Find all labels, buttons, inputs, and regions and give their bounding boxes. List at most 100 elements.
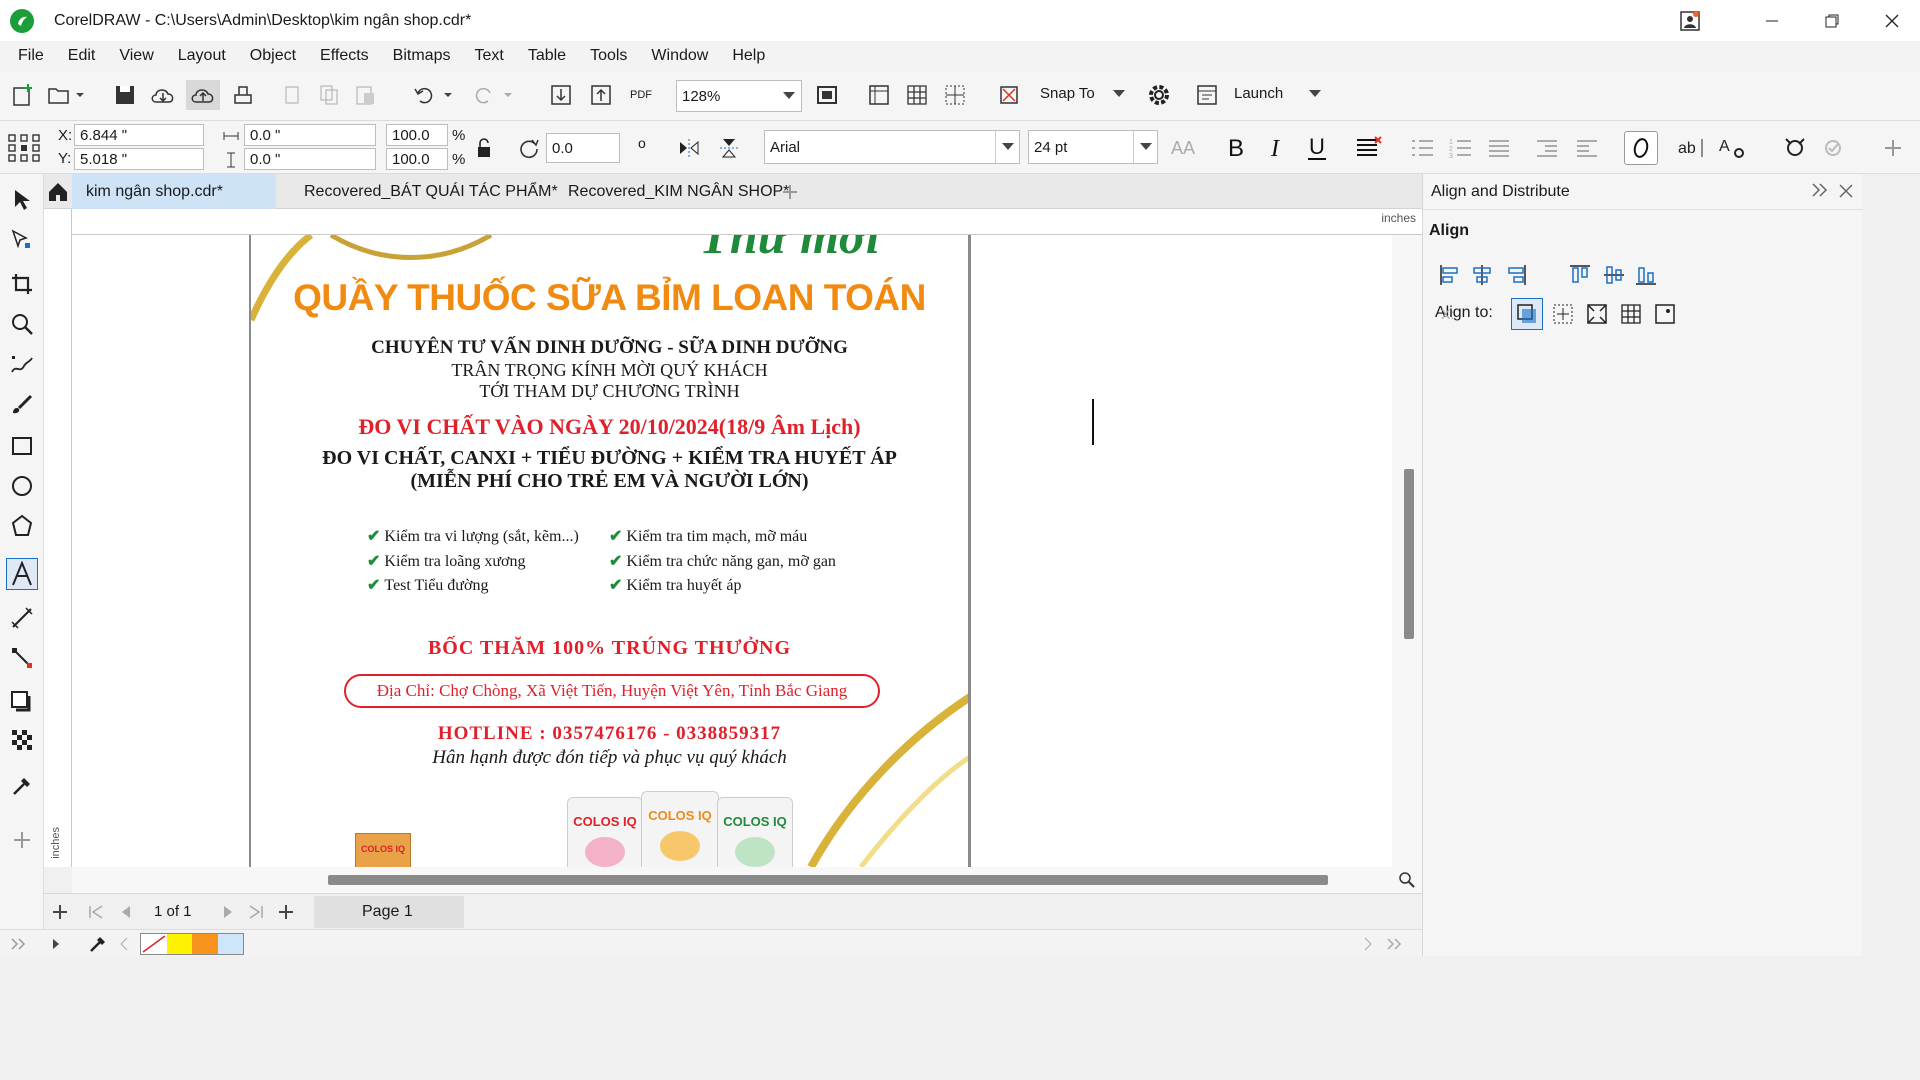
cut-icon[interactable]: [278, 80, 308, 110]
align-to-specified-point-icon[interactable]: [1649, 298, 1681, 330]
save-icon[interactable]: [110, 80, 140, 110]
align-bottom-icon[interactable]: [1631, 260, 1661, 290]
grid-icon[interactable]: [902, 80, 932, 110]
increase-indent-icon[interactable]: [1572, 133, 1602, 163]
pick-tool-icon[interactable]: [6, 184, 38, 216]
guidelines-icon[interactable]: [940, 80, 970, 110]
scale-y-field[interactable]: 100.0: [386, 148, 448, 170]
transparency-tool-icon[interactable]: [6, 724, 38, 756]
object-origin-icon[interactable]: [6, 131, 42, 165]
bold-icon[interactable]: B: [1220, 131, 1254, 165]
page-tab[interactable]: Page 1: [314, 896, 464, 928]
palette-menu-icon[interactable]: [46, 934, 66, 954]
rotation-field[interactable]: 0.0: [546, 133, 620, 163]
open-folder-icon[interactable]: [44, 80, 88, 110]
font-scale-icon[interactable]: AA: [1168, 133, 1198, 163]
font-family-field[interactable]: Arial: [764, 130, 1020, 164]
add-property-icon[interactable]: [1878, 133, 1908, 163]
yellow-swatch[interactable]: [167, 934, 193, 954]
width-field[interactable]: 0.0 ": [244, 124, 376, 146]
account-icon[interactable]: [1660, 0, 1720, 41]
minimize-button[interactable]: [1742, 0, 1802, 41]
home-icon[interactable]: [44, 174, 72, 209]
tab-recovered-kim-ngan-shop[interactable]: Recovered_KIM NGÂN SHOP*: [554, 174, 803, 209]
zoom-to-page-icon[interactable]: [812, 80, 842, 110]
align-center-vertical-icon[interactable]: [1599, 260, 1629, 290]
previous-page-icon[interactable]: [114, 900, 138, 924]
align-left-icon[interactable]: [1435, 260, 1465, 290]
menu-table[interactable]: Table: [516, 47, 578, 65]
text-properties-icon[interactable]: [1624, 131, 1658, 165]
redo-icon[interactable]: [470, 80, 520, 110]
light-blue-swatch[interactable]: [217, 934, 243, 954]
vertical-ruler[interactable]: inches: [44, 209, 72, 867]
menu-object[interactable]: Object: [238, 47, 308, 65]
tab-kim-ngan-shop[interactable]: kim ngân shop.cdr*: [72, 174, 276, 209]
add-page-after-icon[interactable]: [274, 900, 298, 924]
no-color-swatch[interactable]: [141, 934, 167, 954]
undo-icon[interactable]: [410, 80, 460, 110]
align-to-page-edge-icon[interactable]: [1547, 298, 1579, 330]
collapse-docker-icon[interactable]: [1811, 183, 1829, 197]
scale-x-field[interactable]: 100.0: [386, 124, 448, 146]
horizontal-ruler[interactable]: inches: [72, 209, 1422, 235]
launch-icon[interactable]: [1192, 80, 1222, 110]
orange-swatch[interactable]: [192, 934, 218, 954]
menu-tools[interactable]: Tools: [578, 47, 639, 65]
first-page-icon[interactable]: [84, 900, 108, 924]
ellipse-tool-icon[interactable]: [6, 470, 38, 502]
vertical-scroll-thumb[interactable]: [1404, 469, 1414, 639]
expand-icon[interactable]: [8, 934, 28, 954]
drop-cap-icon[interactable]: [1484, 133, 1514, 163]
add-page-before-icon[interactable]: [48, 900, 72, 924]
rulers-icon[interactable]: [864, 80, 894, 110]
connector-tool-icon[interactable]: [6, 642, 38, 674]
menu-effects[interactable]: Effects: [308, 47, 381, 65]
align-center-horizontal-icon[interactable]: [1467, 260, 1497, 290]
print-icon[interactable]: [228, 80, 258, 110]
mirror-vertical-icon[interactable]: [714, 133, 744, 163]
new-document-icon[interactable]: [8, 80, 38, 110]
scroll-left-icon[interactable]: [116, 934, 132, 954]
close-docker-icon[interactable]: [1839, 184, 1853, 198]
snap-to-dropdown[interactable]: Snap To: [1040, 85, 1125, 102]
lock-ratio-icon[interactable]: [472, 135, 496, 161]
snap-off-icon[interactable]: [994, 80, 1024, 110]
vertical-scrollbar[interactable]: [1392, 235, 1422, 867]
italic-icon[interactable]: I: [1260, 131, 1294, 165]
menu-edit[interactable]: Edit: [56, 47, 108, 65]
artistic-media-tool-icon[interactable]: [6, 388, 38, 420]
align-to-grid-icon[interactable]: [1615, 298, 1647, 330]
align-right-icon[interactable]: [1501, 260, 1531, 290]
shape-tool-icon[interactable]: [6, 224, 38, 256]
zoom-tool-icon[interactable]: [6, 308, 38, 340]
menu-window[interactable]: Window: [639, 47, 720, 65]
y-position-field[interactable]: 5.018 ": [74, 148, 204, 170]
eyedropper-icon[interactable]: [86, 932, 110, 956]
rectangle-tool-icon[interactable]: [6, 430, 38, 462]
underline-icon[interactable]: U: [1300, 131, 1334, 165]
copy-icon[interactable]: [314, 80, 344, 110]
cloud-download-icon[interactable]: [146, 80, 180, 110]
paste-icon[interactable]: [350, 80, 380, 110]
options-gear-icon[interactable]: [1144, 80, 1174, 110]
align-to-active-objects-icon[interactable]: [1511, 298, 1543, 330]
menu-bitmaps[interactable]: Bitmaps: [381, 47, 463, 65]
import-icon[interactable]: [546, 80, 576, 110]
document-page[interactable]: Thư mời QUẦY THUỐC SỮA BỈM LOAN TOÁN CHU…: [249, 235, 971, 867]
restore-button[interactable]: [1802, 0, 1862, 41]
scroll-end-icon[interactable]: [1384, 934, 1404, 954]
menu-text[interactable]: Text: [462, 47, 515, 65]
font-settings-icon[interactable]: A: [1716, 133, 1748, 163]
cloud-upload-icon[interactable]: [186, 80, 220, 110]
polygon-tool-icon[interactable]: [6, 510, 38, 542]
close-button[interactable]: [1862, 0, 1920, 41]
cleanup-icon[interactable]: [1818, 133, 1848, 163]
horizontal-scroll-thumb[interactable]: [328, 875, 1328, 885]
tab-recovered-bat-quai[interactable]: Recovered_BÁT QUÁI TÁC PHẨM*: [290, 174, 572, 209]
align-top-icon[interactable]: [1565, 260, 1595, 290]
freehand-tool-icon[interactable]: [6, 348, 38, 380]
color-eyedropper-tool-icon[interactable]: [6, 770, 38, 802]
scroll-right-icon[interactable]: [1360, 934, 1376, 954]
mirror-horizontal-icon[interactable]: [674, 133, 704, 163]
